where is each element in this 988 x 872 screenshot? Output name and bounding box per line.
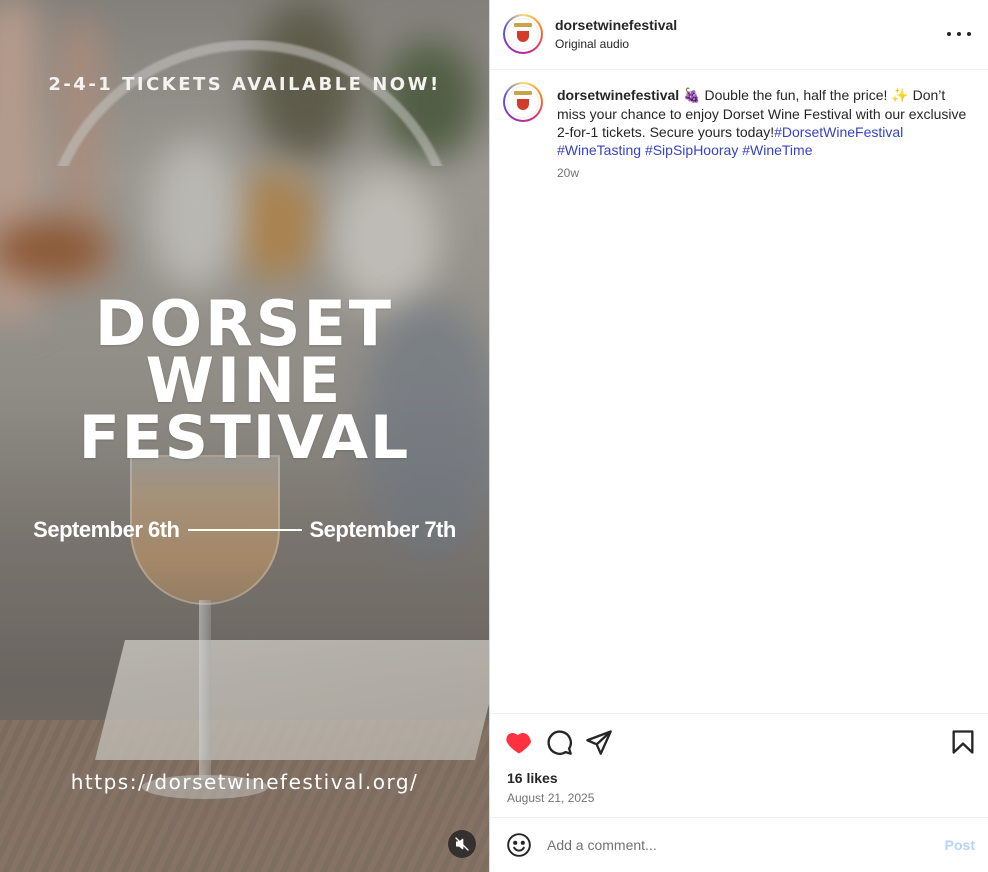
date-start: September 6th	[33, 517, 180, 542]
audio-label[interactable]: Original audio	[555, 37, 629, 51]
event-dates: September 6th September 7th	[0, 517, 489, 543]
date-end: September 7th	[309, 517, 457, 542]
comment-button[interactable]	[545, 728, 573, 756]
promo-text: 2-4-1 TICKETS AVAILABLE NOW!	[48, 74, 441, 95]
caption-username[interactable]: dorsetwinefestival	[557, 87, 679, 103]
post-comment-button[interactable]: Post	[945, 837, 975, 853]
hashtag-link[interactable]: #DorsetWineFestival	[774, 124, 903, 140]
comment-input[interactable]	[547, 834, 927, 856]
paper-plane-icon	[586, 730, 612, 755]
hashtag-link[interactable]: #SipSipHooray	[645, 142, 738, 158]
post-actions: 16 likes August 21, 2025	[490, 713, 988, 817]
avatar[interactable]	[503, 14, 543, 54]
emoji-picker-button[interactable]	[506, 832, 532, 858]
caption-text: Double the fun, half the price!	[700, 87, 892, 103]
smiley-icon	[507, 833, 531, 857]
caption-avatar[interactable]	[503, 82, 543, 122]
comment-bubble-icon	[547, 730, 572, 755]
share-button[interactable]	[585, 728, 613, 756]
post-header: dorsetwinefestival Original audio	[490, 0, 988, 70]
like-count[interactable]: 16 likes	[507, 770, 558, 786]
heart-icon	[506, 732, 532, 754]
post-media[interactable]: 2-4-1 TICKETS AVAILABLE NOW! DORSET WINE…	[0, 0, 489, 872]
save-button[interactable]	[949, 728, 977, 756]
speaker-muted-icon	[455, 837, 469, 851]
post-caption: dorsetwinefestival 🍇 Double the fun, half…	[557, 86, 967, 159]
comment-bar: Post	[490, 817, 988, 872]
date-divider	[187, 529, 302, 531]
post-date: August 21, 2025	[507, 791, 595, 805]
mute-toggle-button[interactable]	[448, 830, 476, 858]
poster-url: https://dorsetwinefestival.org/	[70, 770, 419, 794]
hashtag-link[interactable]: #WineTime	[742, 142, 812, 158]
more-options-button[interactable]	[947, 24, 971, 44]
post-age[interactable]: 20w	[557, 166, 579, 180]
post-details-panel: dorsetwinefestival Original audio dorset…	[489, 0, 988, 872]
bookmark-icon	[952, 730, 974, 754]
more-options-icon	[947, 32, 951, 36]
poster-title-line: FESTIVAL	[78, 403, 411, 473]
like-button[interactable]	[505, 728, 533, 756]
grapes-emoji: 🍇	[683, 88, 701, 104]
hashtag-link[interactable]: #WineTasting	[557, 142, 641, 158]
sparkles-emoji: ✨	[891, 88, 909, 104]
header-username[interactable]: dorsetwinefestival	[555, 17, 677, 33]
